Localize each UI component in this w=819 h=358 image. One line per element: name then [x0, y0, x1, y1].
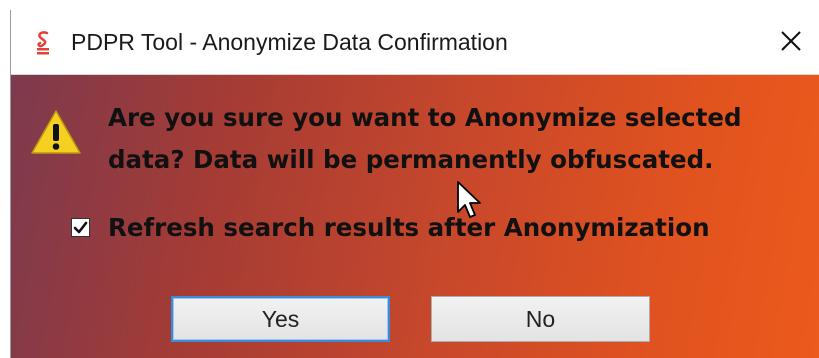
window-title: PDPR Tool - Anonymize Data Confirmation [71, 29, 508, 55]
close-button[interactable] [774, 24, 808, 58]
checkmark-icon [73, 221, 88, 233]
warning-icon [30, 108, 82, 156]
refresh-results-option[interactable]: Refresh search results after Anonymizati… [71, 207, 710, 247]
confirmation-dialog: PDPR Tool - Anonymize Data Confirmation … [10, 10, 819, 358]
dialog-body: Are you sure you want to Anonymize selec… [11, 75, 819, 358]
mouse-cursor-icon [456, 180, 486, 222]
title-bar[interactable]: PDPR Tool - Anonymize Data Confirmation [11, 10, 819, 75]
yes-button[interactable]: Yes [171, 296, 390, 342]
no-button[interactable]: No [431, 296, 650, 342]
refresh-results-label[interactable]: Refresh search results after Anonymizati… [108, 213, 710, 242]
no-button-label: No [525, 305, 556, 332]
yes-button-label: Yes [261, 305, 300, 332]
close-icon [781, 31, 801, 51]
app-logo-icon [33, 30, 53, 56]
refresh-results-checkbox[interactable] [71, 217, 90, 237]
confirmation-message: Are you sure you want to Anonymize selec… [108, 103, 742, 174]
